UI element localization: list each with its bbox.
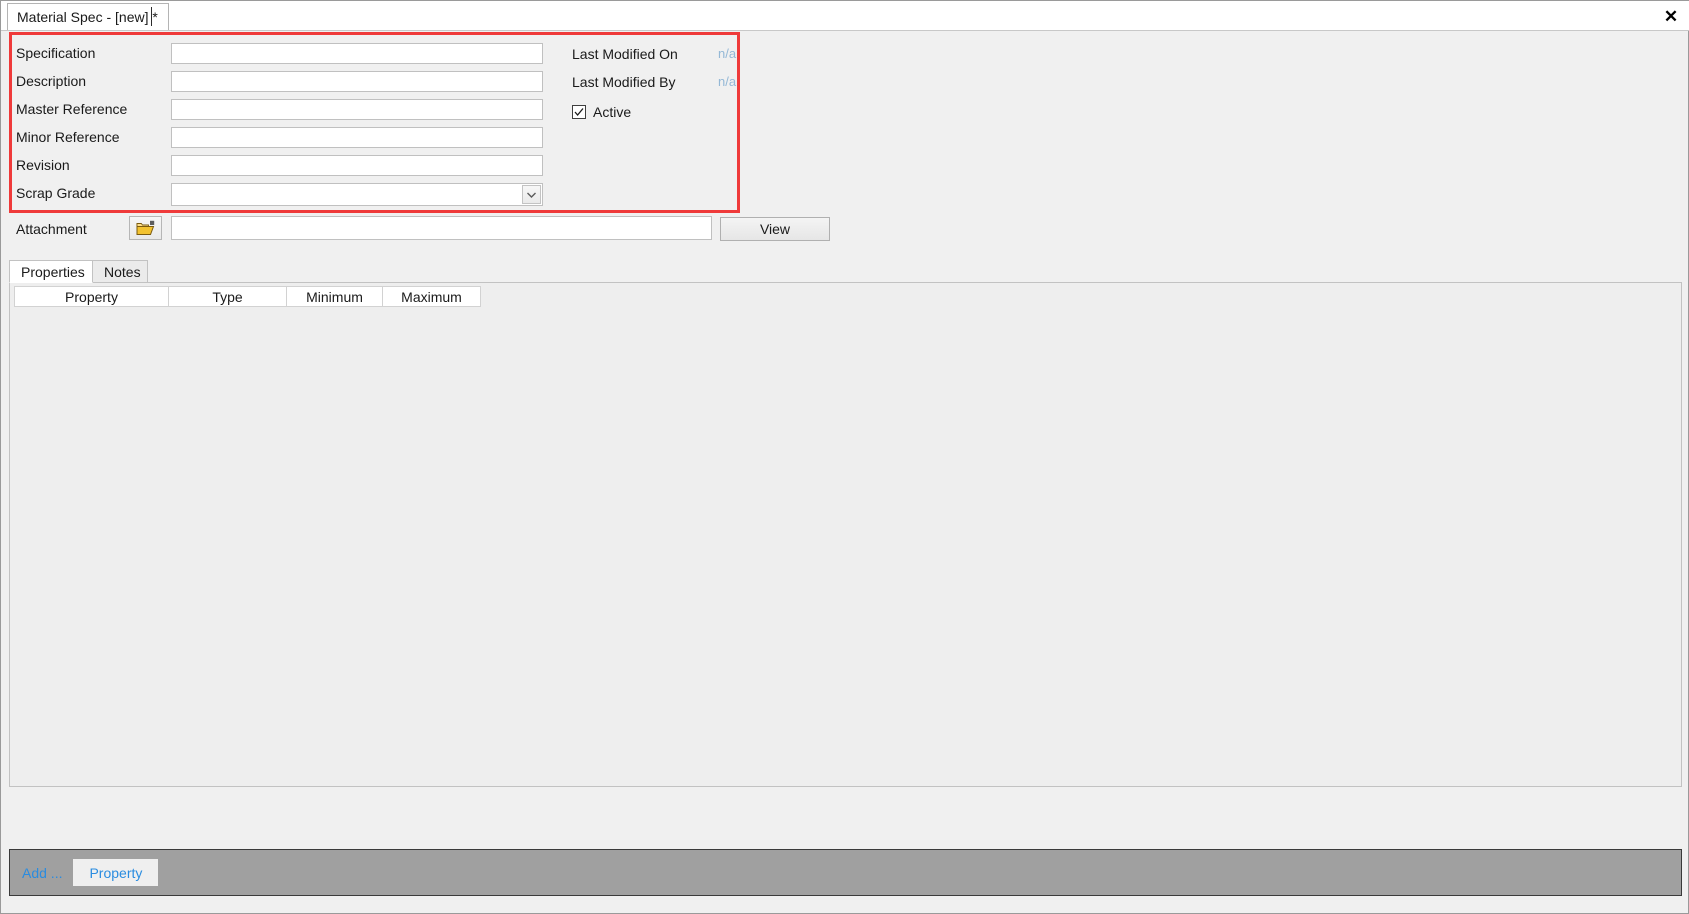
grid-header-row: Property Type Minimum Maximum <box>14 286 481 307</box>
left-gutter <box>2 31 8 912</box>
add-link[interactable]: Add ... <box>22 865 62 881</box>
open-folder-icon[interactable] <box>129 216 162 240</box>
minor-reference-input[interactable] <box>171 127 543 148</box>
specification-header-form: Specification Description Master Referen… <box>12 35 737 210</box>
tab-notes[interactable]: Notes <box>92 260 148 283</box>
grid-column-minimum[interactable]: Minimum <box>287 286 383 307</box>
revision-input[interactable] <box>171 155 543 176</box>
document-tab-material-spec[interactable]: Material Spec - [new] * <box>7 3 169 30</box>
add-action-bar: Add ... Property <box>9 849 1682 896</box>
label-last-modified-on: Last Modified On <box>572 46 678 62</box>
text-caret <box>151 7 152 26</box>
description-input[interactable] <box>171 71 543 92</box>
active-checkbox[interactable] <box>572 105 586 119</box>
active-field-row: Active <box>572 103 631 121</box>
grid-column-maximum[interactable]: Maximum <box>383 286 481 307</box>
grid-body-empty[interactable] <box>14 307 1677 782</box>
tab-properties[interactable]: Properties <box>9 260 93 283</box>
material-spec-window: Material Spec - [new] * ✕ Specification … <box>0 0 1689 914</box>
label-revision: Revision <box>16 157 70 173</box>
properties-grid-panel: Property Type Minimum Maximum <box>9 282 1682 787</box>
check-icon <box>574 108 584 117</box>
label-master-reference: Master Reference <box>16 101 128 117</box>
label-description: Description <box>16 73 87 89</box>
window-titlebar: Material Spec - [new] * ✕ <box>1 1 1689 31</box>
specification-input[interactable] <box>171 43 543 64</box>
label-specification: Specification <box>16 45 96 61</box>
detail-tabstrip: Properties Notes <box>9 260 1682 283</box>
label-minor-reference: Minor Reference <box>16 129 120 145</box>
attachment-row: Attachment View <box>12 216 832 246</box>
view-attachment-button[interactable]: View <box>720 217 830 241</box>
attachment-path-input[interactable] <box>171 216 712 240</box>
chevron-down-icon[interactable] <box>522 185 541 204</box>
label-scrap-grade: Scrap Grade <box>16 185 96 201</box>
label-attachment: Attachment <box>16 221 87 237</box>
value-last-modified-on: n/a <box>718 46 737 61</box>
tab-notes-label: Notes <box>104 263 141 280</box>
grid-column-property[interactable]: Property <box>14 286 169 307</box>
value-last-modified-by: n/a <box>718 74 737 89</box>
add-property-button[interactable]: Property <box>73 859 159 886</box>
grid-column-type[interactable]: Type <box>169 286 287 307</box>
label-last-modified-by: Last Modified By <box>572 74 676 90</box>
active-label: Active <box>593 104 632 120</box>
titlebar-divider <box>1 30 1689 31</box>
document-tab-label: Material Spec - [new] * <box>17 9 158 25</box>
tab-properties-label: Properties <box>21 263 85 280</box>
close-icon[interactable]: ✕ <box>1658 3 1684 29</box>
scrap-grade-select[interactable] <box>171 183 543 206</box>
master-reference-input[interactable] <box>171 99 543 120</box>
